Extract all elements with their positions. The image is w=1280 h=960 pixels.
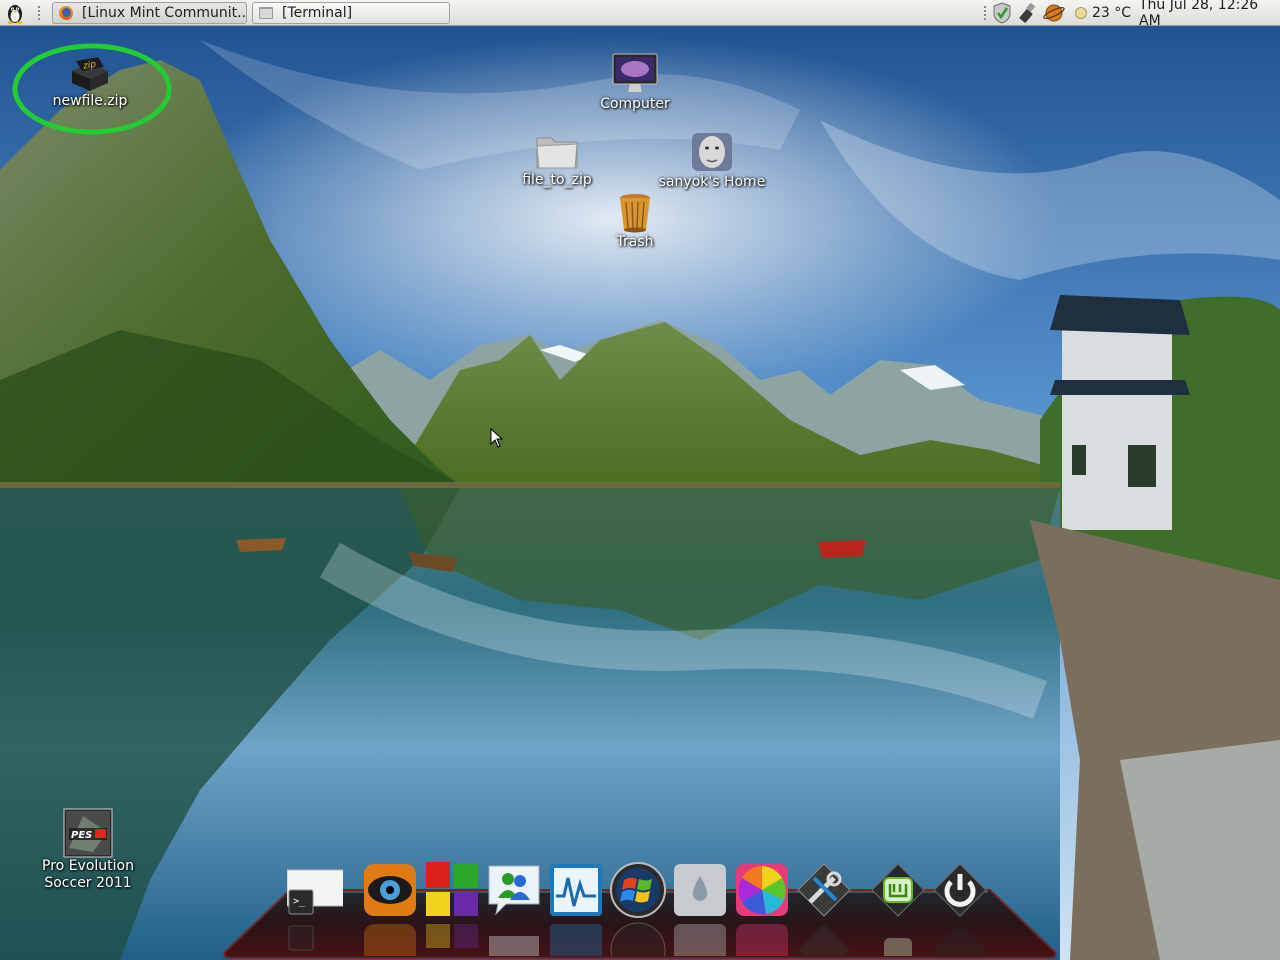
weather-applet[interactable]: 23 °C: [1074, 0, 1131, 26]
mouse-pointer-icon: [490, 428, 504, 448]
taskbar-button-terminal[interactable]: [Terminal]: [252, 2, 450, 24]
desktop-icon-label: Computer: [600, 96, 670, 112]
terminal-icon: [259, 7, 273, 19]
system-monitor-icon: [550, 864, 602, 916]
taskbar-button-firefox[interactable]: [Linux Mint Communit...: [52, 2, 247, 24]
tux-menu-icon: [7, 5, 23, 24]
desktop-icon-label: newfile.zip: [52, 93, 128, 109]
dock-item-windows-orb[interactable]: [610, 862, 666, 918]
colored-squares-icon: [426, 862, 478, 916]
eye-browser-icon: [364, 864, 416, 916]
dock-item-eye-browser[interactable]: [362, 862, 418, 918]
dock-item-terminal[interactable]: >_: [287, 862, 343, 918]
desktop-icon-home[interactable]: sanyok's Home: [657, 130, 767, 191]
dock-item-settings[interactable]: [796, 862, 852, 918]
desktop-icon-label: file_to_zip: [522, 172, 592, 188]
dock-item-linux-mint-menu[interactable]: [870, 862, 926, 918]
clock-applet[interactable]: Thu Jul 28, 12:26 AM: [1139, 0, 1280, 29]
dock-item-system-monitor[interactable]: [548, 862, 604, 918]
network-globe-icon: [1043, 4, 1065, 22]
folder-icon: [536, 137, 578, 169]
svg-text:>_: >_: [293, 896, 306, 907]
firefox-icon: [59, 6, 73, 20]
desktop-icon-label-line2: Soccer 2011: [44, 875, 132, 891]
desktop-icon-newfile-zip[interactable]: zip newfile.zip: [50, 55, 130, 110]
power-icon: [933, 863, 987, 917]
trash-icon: [620, 194, 650, 233]
pes-logo-text: PES: [71, 830, 92, 841]
taskbar-button-label: [Linux Mint Communit...: [82, 5, 247, 21]
messenger-icon: [488, 865, 540, 916]
dock-item-messenger[interactable]: [486, 862, 542, 918]
linux-mint-menu-icon: [871, 863, 925, 917]
taskbar-button-label: [Terminal]: [282, 5, 353, 21]
dock-item-water-drop[interactable]: [672, 862, 728, 918]
desktop-icon-label: sanyok's Home: [658, 174, 766, 190]
home-icon: [692, 133, 732, 171]
dock-item-color-wheel[interactable]: [734, 862, 790, 918]
water-drop-icon: [674, 864, 726, 916]
desktop-wallpaper: [0, 0, 1280, 960]
main-menu-button[interactable]: [4, 0, 26, 26]
pes-game-icon: PES: [63, 808, 113, 858]
top-panel: [Linux Mint Communit... [Terminal] 23 °C: [0, 0, 1280, 29]
desktop-icon-computer[interactable]: Computer: [595, 52, 675, 113]
weather-temperature: 23 °C: [1092, 5, 1132, 21]
computer-icon: [612, 53, 658, 92]
color-wheel-icon: [736, 864, 788, 916]
desktop-icon-file-to-zip[interactable]: file_to_zip: [517, 132, 597, 189]
usb-device-tray[interactable]: [1018, 0, 1038, 26]
windows-orb-icon: [610, 862, 666, 918]
panel-handle[interactable]: [34, 0, 48, 26]
terminal-icon: >_: [287, 869, 343, 915]
zip-archive-icon: zip: [72, 57, 108, 91]
dock-item-power[interactable]: [932, 862, 988, 918]
settings-tools-icon: [797, 863, 851, 917]
dock-item-colored-squares[interactable]: [424, 862, 480, 918]
update-manager-tray[interactable]: [992, 0, 1012, 26]
desktop-icon-label-line1: Pro Evolution: [42, 858, 134, 874]
usb-drive-icon: [1019, 2, 1036, 23]
network-tray[interactable]: [1042, 0, 1066, 26]
desktop-icon-pes-2011[interactable]: PES Pro Evolution Soccer 2011: [38, 808, 138, 892]
desktop-icon-trash[interactable]: Trash: [595, 190, 675, 251]
clock-text: Thu Jul 28, 12:26 AM: [1139, 0, 1259, 29]
shield-check-icon: [993, 2, 1011, 24]
moon-icon: [1075, 7, 1087, 19]
desktop-icon-label: Trash: [616, 234, 654, 250]
